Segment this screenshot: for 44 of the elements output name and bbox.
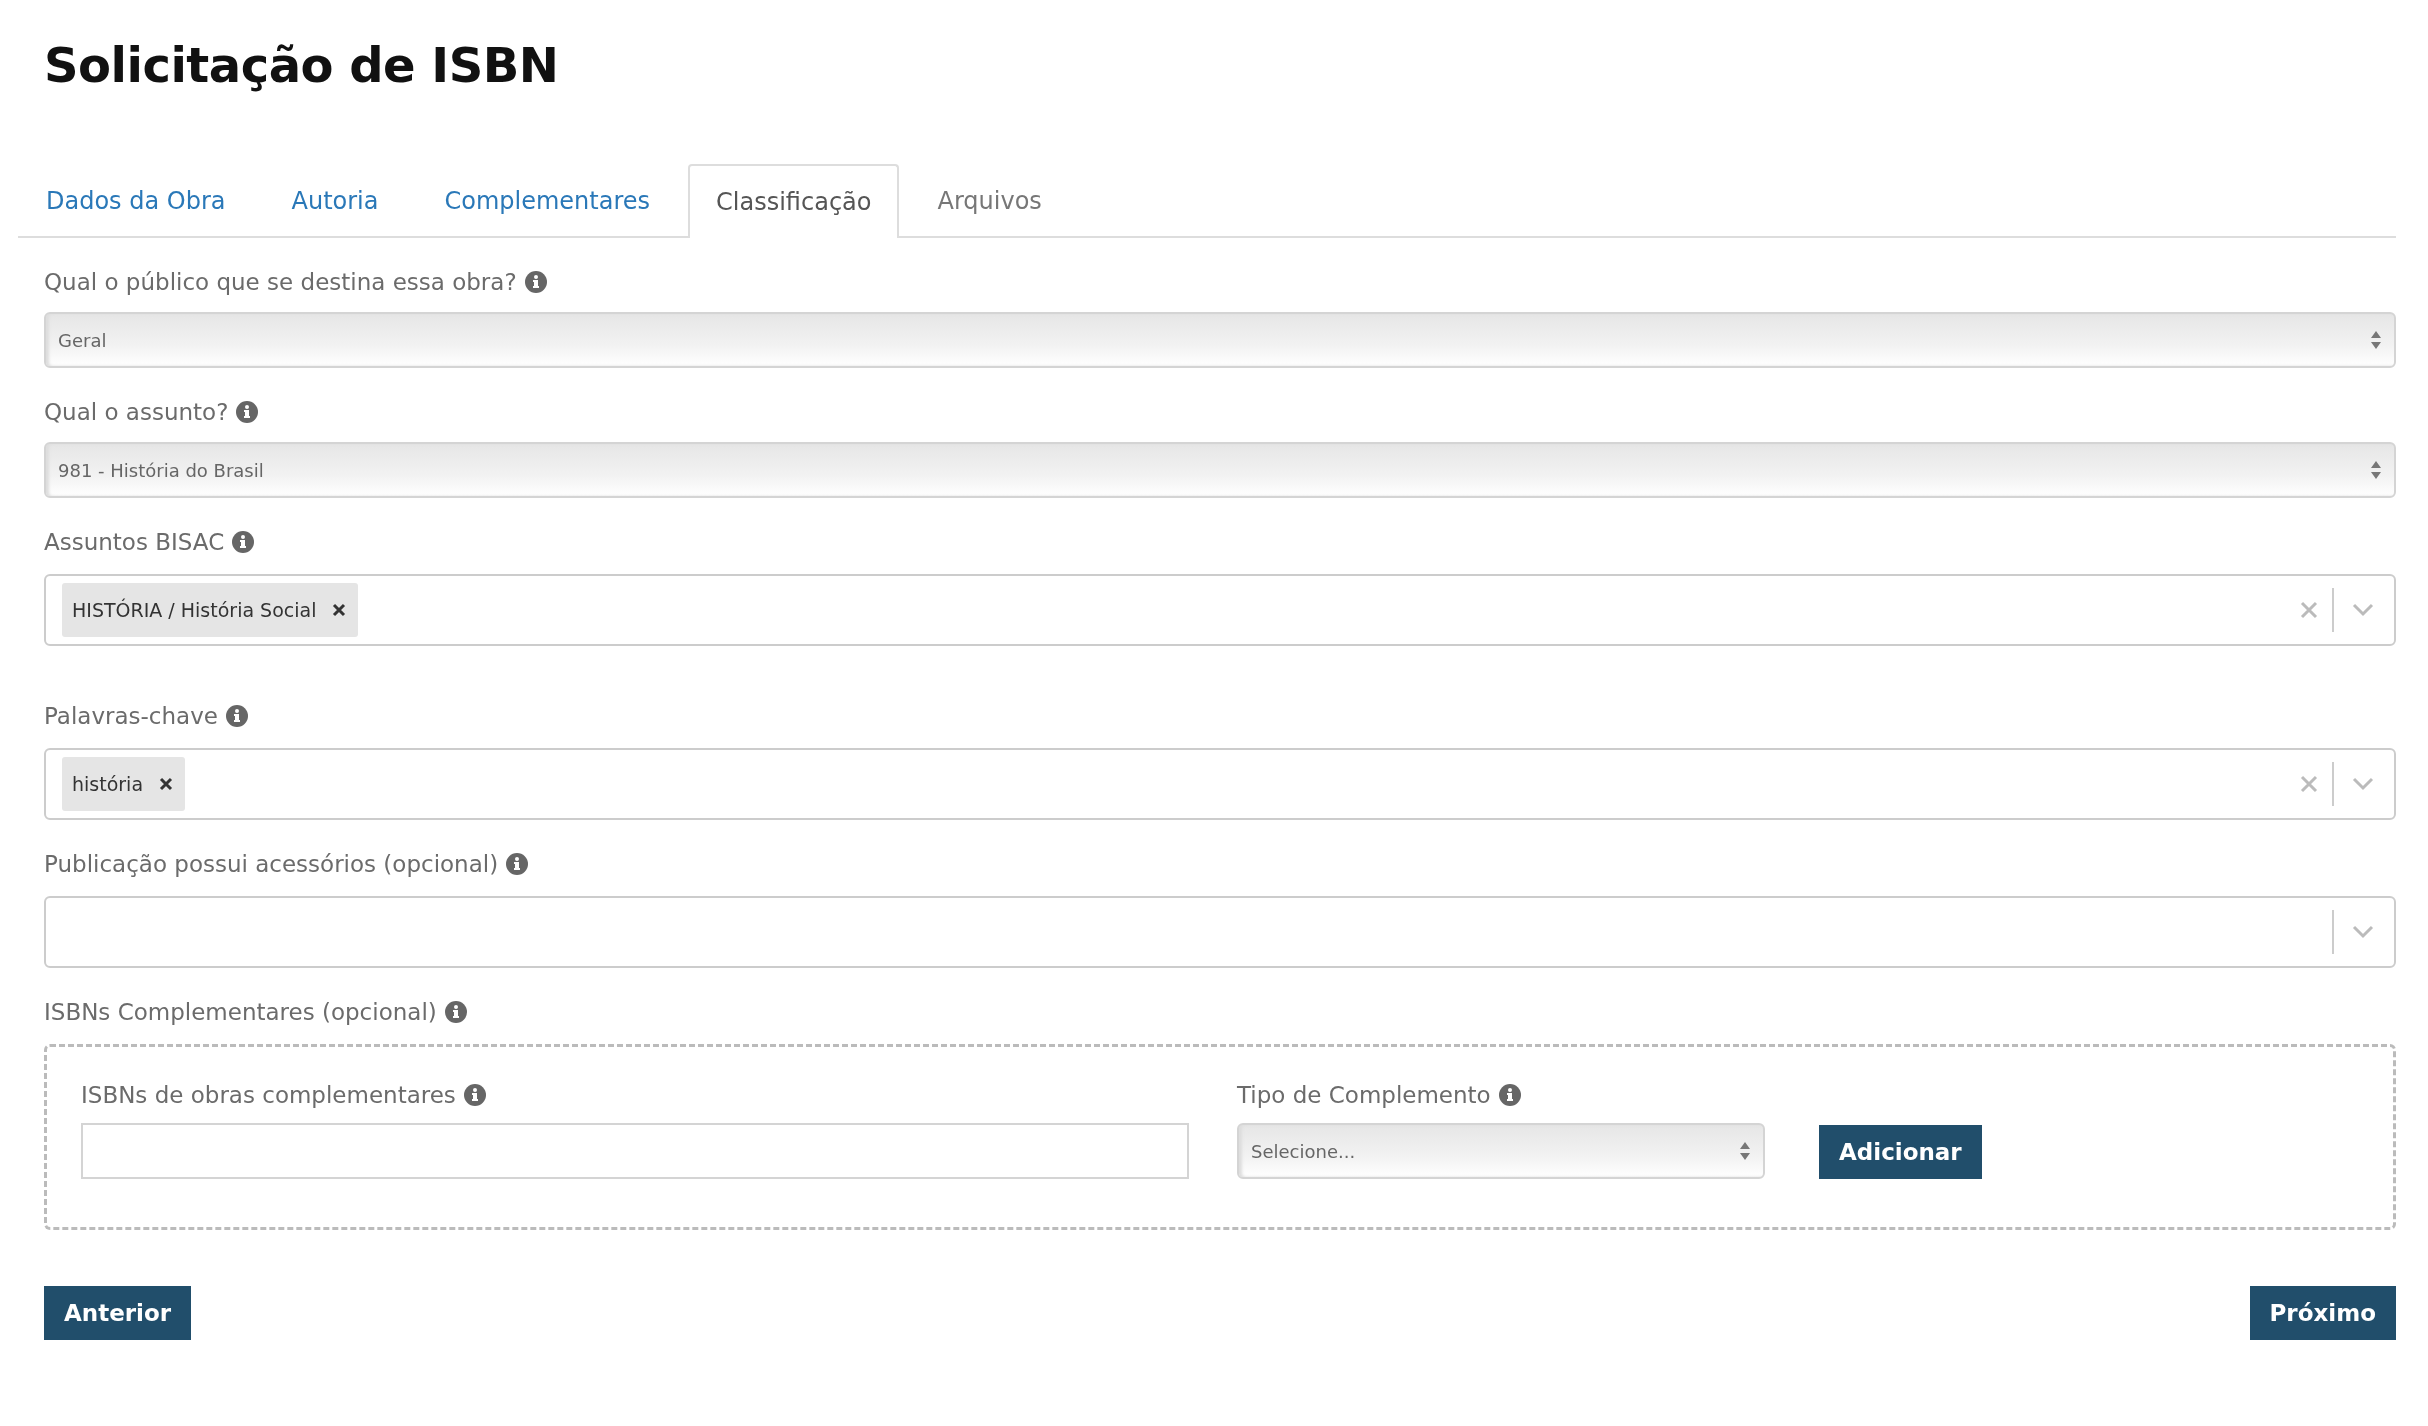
- input-field[interactable]: [81, 1123, 1189, 1179]
- multi-select-field[interactable]: HISTÓRIA / História Social: [44, 574, 2396, 646]
- sort-arrows-icon: [2370, 459, 2382, 481]
- previous-button[interactable]: Anterior: [44, 1286, 192, 1340]
- sort-arrows-icon: [2370, 329, 2382, 351]
- add-button[interactable]: Adicionar: [1819, 1125, 1982, 1179]
- field-label: ISBNs Complementares (opcional): [44, 999, 437, 1025]
- field-label: Assuntos BISAC: [44, 529, 225, 555]
- remove-icon[interactable]: [332, 603, 347, 617]
- info-icon: [236, 401, 259, 423]
- tag-text: história: [72, 773, 144, 795]
- page-title: Solicitação de ISBN: [44, 36, 560, 95]
- field-label: ISBNs de obras complementares: [81, 1082, 456, 1108]
- field-label: Tipo de Complemento: [1237, 1082, 1491, 1108]
- next-button[interactable]: Próximo: [2249, 1286, 2396, 1340]
- field-label: Qual o público que se destina essa obra?: [44, 269, 517, 295]
- select-field[interactable]: 981 - História do Brasil: [44, 442, 2396, 498]
- info-icon: [225, 705, 248, 727]
- field-label: Palavras-chave: [44, 703, 218, 729]
- chevron-down-icon: [2352, 777, 2374, 791]
- info-icon: [524, 271, 547, 293]
- select-field[interactable]: Geral: [44, 312, 2396, 368]
- tag-text: HISTÓRIA / História Social: [72, 599, 317, 621]
- info-icon: [444, 1001, 467, 1023]
- clear-icon: [2300, 601, 2318, 619]
- multi-select-field[interactable]: história: [44, 748, 2396, 820]
- info-icon: [506, 853, 529, 875]
- select-field[interactable]: Selecione...: [1237, 1123, 1765, 1179]
- info-icon: [1498, 1084, 1521, 1106]
- field-label: Qual o assunto?: [44, 399, 229, 425]
- remove-icon[interactable]: [159, 777, 174, 791]
- info-icon: [463, 1084, 486, 1106]
- tab[interactable]: Complementares: [416, 164, 679, 236]
- sort-arrows-icon: [1739, 1140, 1751, 1162]
- tab[interactable]: Classificação: [688, 164, 900, 238]
- tab[interactable]: Arquivos: [909, 164, 1070, 236]
- tab[interactable]: Autoria: [263, 164, 407, 236]
- info-icon: [232, 531, 255, 553]
- tab[interactable]: Dados da Obra: [18, 164, 254, 236]
- chevron-down-icon: [2352, 603, 2374, 617]
- multi-select-field[interactable]: [44, 896, 2396, 968]
- field-label: Publicação possui acessórios (opcional): [44, 851, 499, 877]
- clear-icon: [2300, 775, 2318, 793]
- chevron-down-icon: [2352, 925, 2374, 939]
